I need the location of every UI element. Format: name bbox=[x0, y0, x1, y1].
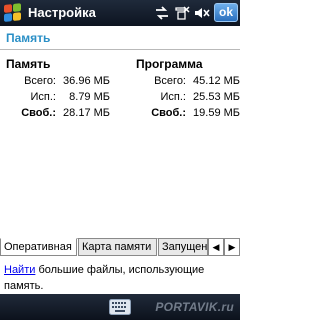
status-icons bbox=[154, 5, 210, 21]
bottom-bar: PORTAVIK.ru bbox=[0, 294, 240, 320]
row-value: 8.79 МБ bbox=[69, 91, 110, 103]
program-used-row: Исп.: 25.53 МБ bbox=[136, 91, 248, 107]
row-value: 36.96 МБ bbox=[63, 75, 110, 87]
row-value: 45.12 МБ bbox=[193, 75, 240, 87]
row-label: Своб.: bbox=[21, 107, 56, 119]
heading-divider bbox=[0, 49, 240, 50]
tab-strip: Оперативная Карта памяти Запущенные ◀ ▶ bbox=[0, 238, 240, 256]
row-value: 25.53 МБ bbox=[193, 91, 240, 103]
memory-used-row: Исп.: 8.79 МБ bbox=[6, 91, 118, 107]
row-label: Исп.: bbox=[160, 91, 186, 103]
row-label: Исп.: bbox=[30, 91, 56, 103]
memory-column-title: Память bbox=[6, 57, 51, 71]
window-title: Настройка bbox=[28, 5, 96, 20]
tab-running[interactable]: Запущенные bbox=[158, 238, 208, 256]
keyboard-icon[interactable] bbox=[109, 299, 131, 315]
memory-free-row: Своб.: 28.17 МБ bbox=[6, 107, 118, 123]
tab-ram[interactable]: Оперативная bbox=[0, 238, 77, 256]
program-column: Программа Всего: 45.12 МБ Исп.: 25.53 МБ… bbox=[136, 57, 248, 123]
no-signal-icon[interactable] bbox=[174, 5, 190, 21]
page-title: Память bbox=[6, 31, 51, 45]
sync-arrows-icon[interactable] bbox=[154, 5, 170, 21]
tab-scroll-left-icon[interactable]: ◀ bbox=[208, 238, 224, 256]
speaker-muted-icon[interactable] bbox=[194, 5, 210, 21]
row-value: 28.17 МБ bbox=[63, 107, 110, 119]
tab-scroll-right-icon[interactable]: ▶ bbox=[224, 238, 240, 256]
row-label: Всего: bbox=[154, 75, 186, 87]
info-text: Найти большие файлы, использующие память… bbox=[4, 262, 236, 294]
program-column-title: Программа bbox=[136, 57, 203, 71]
row-label: Своб.: bbox=[151, 107, 186, 119]
memory-column: Память Всего: 36.96 МБ Исп.: 8.79 МБ Сво… bbox=[6, 57, 118, 123]
find-link[interactable]: Найти bbox=[4, 264, 35, 276]
program-free-row: Своб.: 19.59 МБ bbox=[136, 107, 248, 123]
row-value: 19.59 МБ bbox=[193, 107, 240, 119]
watermark: PORTAVIK.ru bbox=[155, 300, 234, 314]
start-menu-icon[interactable] bbox=[4, 3, 22, 23]
memory-total-row: Всего: 36.96 МБ bbox=[6, 75, 118, 91]
row-label: Всего: bbox=[24, 75, 56, 87]
tab-storage-card[interactable]: Карта памяти bbox=[78, 238, 157, 256]
program-total-row: Всего: 45.12 МБ bbox=[136, 75, 248, 91]
ok-button[interactable]: ok bbox=[214, 3, 238, 22]
info-description: большие файлы, использующие память. bbox=[4, 264, 205, 292]
title-bar: Настройка ok bbox=[0, 0, 240, 26]
